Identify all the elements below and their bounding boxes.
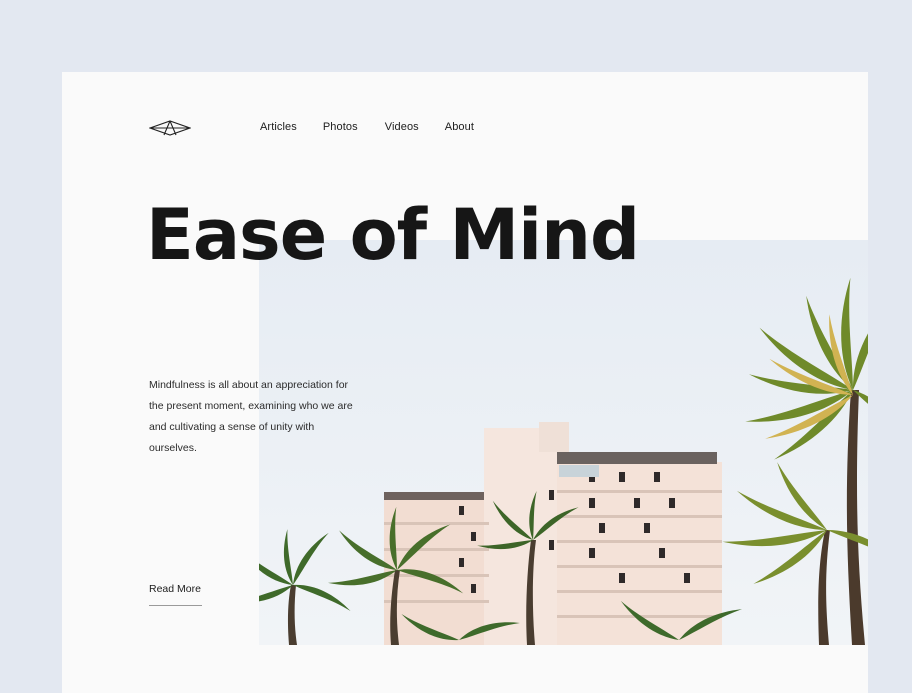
nav-videos[interactable]: Videos — [385, 120, 419, 134]
read-more-link[interactable]: Read More — [149, 583, 201, 595]
nav-articles[interactable]: Articles — [260, 120, 297, 134]
read-more-underline — [149, 605, 202, 606]
landing-card: Articles Photos Videos About Ease of Min… — [62, 72, 868, 693]
hero-description: Mindfulness is all about an appreciation… — [149, 379, 353, 454]
diamond-logo-icon[interactable] — [149, 120, 191, 136]
nav-about[interactable]: About — [445, 120, 474, 134]
nav-photos[interactable]: Photos — [323, 120, 358, 134]
main-nav: Articles Photos Videos About — [260, 120, 500, 134]
page-title: Ease of Mind — [146, 194, 640, 276]
